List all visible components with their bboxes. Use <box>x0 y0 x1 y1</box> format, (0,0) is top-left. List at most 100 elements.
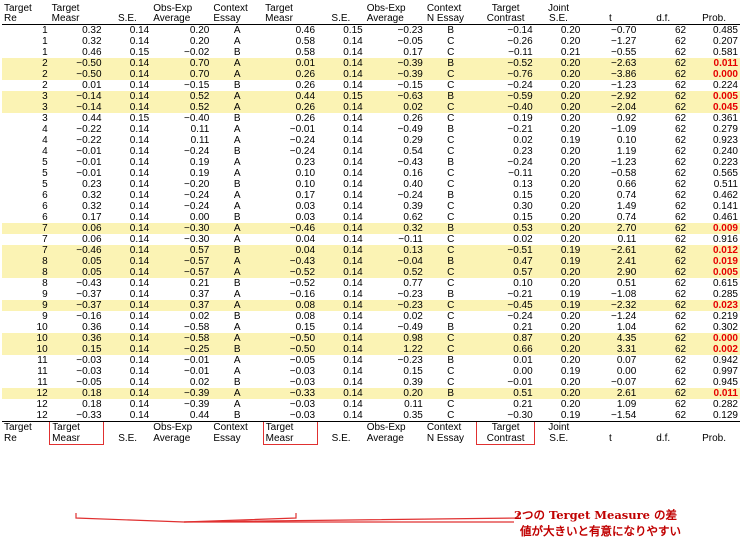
cell-target-re: 4 <box>42 146 48 157</box>
cell-context-n-essay: C <box>447 201 455 212</box>
cell-target-re: 5 <box>42 168 48 179</box>
cell-context-essay: A <box>233 168 241 179</box>
cell-df: 62 <box>674 80 687 91</box>
cell-obs-exp-avg-1: 0.19 <box>189 157 210 168</box>
cell-se-1: 0.14 <box>103 245 152 256</box>
header-target-re: Target <box>4 421 32 433</box>
cell-df: 62 <box>674 322 687 333</box>
cell-target-measr-1: 0.01 <box>82 80 102 91</box>
cell-obs-exp-avg-2: 0.20 <box>364 388 425 399</box>
cell-context-n-essay: C <box>447 47 455 58</box>
cell-df: 62 <box>674 47 687 58</box>
cell-target-measr-1: −0.37 <box>76 289 102 300</box>
cell-target-re: 10 <box>2 344 50 355</box>
cell-se-2: 0.14 <box>317 410 365 422</box>
cell-target-measr-1: −0.16 <box>76 311 102 322</box>
cell-target-contrast: 0.53 <box>476 223 535 234</box>
cell-se-2: 0.14 <box>343 124 363 135</box>
cell-df: 62 <box>674 146 687 157</box>
cell-target-re: 3 <box>2 91 50 102</box>
header-target-measr-2: Measr <box>265 14 293 24</box>
cell-context-n-essay: C <box>447 36 455 47</box>
cell-obs-exp-avg-1: 0.21 <box>189 278 210 289</box>
cell-joint-se: 0.20 <box>534 58 583 69</box>
annotation-note: 2つの Terget Measure の差 値が大きいと有意になりやすい <box>514 507 736 539</box>
cell-se-2: 0.14 <box>343 399 363 410</box>
table-row: 8 0.05 0.14 −0.57 A −0.52 0.14 0.52 C 0.57 0.20 2.9… <box>2 267 740 278</box>
cell-target-contrast: 0.51 <box>476 388 535 399</box>
cell-context-essay: B <box>233 80 241 91</box>
cell-context-essay: A <box>233 355 241 366</box>
cell-obs-exp-avg-2: 0.52 <box>364 267 425 278</box>
cell-prob: 0.916 <box>712 234 738 245</box>
cell-target-measr-1: 0.06 <box>49 223 104 234</box>
cell-target-re: 2 <box>42 80 48 91</box>
header-se-2: S.E. <box>331 433 351 444</box>
cell-se-1: 0.14 <box>103 223 152 234</box>
cell-target-measr-2: −0.33 <box>263 388 318 399</box>
cell-target-measr-1: −0.50 <box>49 58 104 69</box>
cell-context-essay: A <box>233 135 241 146</box>
cell-obs-exp-avg-1: −0.40 <box>184 113 210 124</box>
cell-target-measr-1: −0.05 <box>76 377 102 388</box>
cell-obs-exp-avg-1: 0.11 <box>190 135 210 146</box>
cell-target-contrast: −0.21 <box>507 289 533 300</box>
cell-context-essay: A <box>211 58 264 69</box>
table-row: 1 0.32 0.14 0.20 A 0.46 0.15 −0.23 B −0.14 0.20 −0.… <box>2 24 740 36</box>
cell-prob: 0.615 <box>712 278 738 289</box>
cell-df: 62 <box>674 36 687 47</box>
cell-target-measr-2: 0.04 <box>263 245 318 256</box>
cell-df: 62 <box>674 355 687 366</box>
cell-target-re: 1 <box>42 36 48 47</box>
cell-obs-exp-avg-1: −0.02 <box>184 47 210 58</box>
cell-joint-se: 0.21 <box>560 47 581 58</box>
cell-prob: 0.581 <box>712 47 738 58</box>
cell-se-2: 0.14 <box>317 102 365 113</box>
header-obs-exp-avg-1: Average <box>153 14 191 24</box>
cell-obs-exp-avg-1: 0.44 <box>151 410 212 422</box>
cell-t-value: 0.10 <box>616 135 637 146</box>
cell-target-measr-2: 0.10 <box>295 179 316 190</box>
cell-se-2: 0.14 <box>317 58 365 69</box>
cell-df: 62 <box>674 135 687 146</box>
cell-target-measr-2: 0.10 <box>295 168 316 179</box>
cell-df: 62 <box>638 223 689 234</box>
table-row: 9 −0.37 0.14 0.37 A −0.16 0.14 −0.23 B −0.21 0.19 −… <box>2 289 740 300</box>
cell-joint-se: 0.20 <box>534 223 583 234</box>
cell-se-2: 0.15 <box>317 24 365 36</box>
cell-obs-exp-avg-1: 0.52 <box>151 102 212 113</box>
cell-t-value: −0.07 <box>611 377 637 388</box>
cell-target-measr-2: −0.03 <box>289 377 316 388</box>
table-row: 4 −0.01 0.14 −0.24 B −0.24 0.14 0.54 C 0.23 0.20 1.… <box>2 146 740 157</box>
table-row: 6 0.32 0.14 −0.24 A 0.17 0.14 −0.24 B 0.15 0.20 0.7… <box>2 190 740 201</box>
cell-target-re: 1 <box>42 47 48 58</box>
table-row: 12 0.18 0.14 −0.39 A −0.33 0.14 0.20 B 0.51 0.20 2.… <box>2 388 740 399</box>
cell-obs-exp-avg-1: 0.52 <box>151 91 212 102</box>
cell-target-re: 9 <box>42 289 48 300</box>
cell-target-contrast: 0.00 <box>513 366 533 377</box>
cell-se-1: 0.14 <box>103 344 152 355</box>
cell-obs-exp-avg-2: −0.15 <box>397 80 423 91</box>
cell-target-measr-1: −0.22 <box>76 135 102 146</box>
header-target-re: Target <box>4 4 32 14</box>
cell-target-contrast: −0.30 <box>476 410 535 422</box>
header-df <box>638 422 688 434</box>
cell-target-measr-2: −0.24 <box>289 146 316 157</box>
cell-target-measr-1: 0.36 <box>49 333 104 344</box>
cell-target-measr-2: 0.04 <box>295 234 316 245</box>
cell-context-essay: B <box>211 410 264 422</box>
cell-joint-se: 0.20 <box>534 267 583 278</box>
cell-target-measr-2: −0.03 <box>263 410 318 422</box>
cell-se-1: 0.14 <box>129 322 150 333</box>
cell-target-re: 8 <box>42 278 48 289</box>
cell-target-re: 9 <box>2 300 50 311</box>
cell-prob: 0.282 <box>712 399 738 410</box>
cell-target-measr-2: −0.52 <box>263 267 318 278</box>
header-df <box>638 4 688 14</box>
cell-target-contrast: −0.52 <box>476 58 535 69</box>
cell-target-measr-2: 0.08 <box>295 311 316 322</box>
cell-se-1: 0.15 <box>129 113 150 124</box>
cell-t-value: 2.90 <box>582 267 639 278</box>
cell-prob: 0.129 <box>688 410 740 422</box>
cell-obs-exp-avg-1: −0.58 <box>151 333 212 344</box>
